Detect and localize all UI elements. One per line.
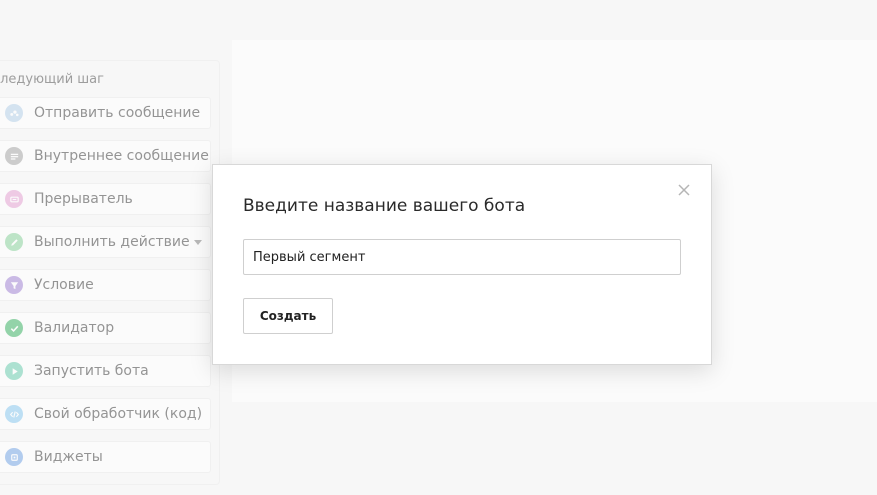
internal-message-icon [5, 147, 23, 165]
step-item-perform-action[interactable]: Выполнить действие [0, 226, 211, 258]
play-bot-icon [5, 362, 23, 380]
checkmark-validator-icon [5, 319, 23, 337]
panel-title: Следующий шаг [0, 72, 104, 87]
message-bubble-icon [5, 104, 23, 122]
step-item-custom-handler[interactable]: Свой обработчик (код) [0, 398, 211, 430]
interrupter-icon [5, 190, 23, 208]
filter-condition-icon [5, 276, 23, 294]
chevron-down-icon[interactable] [194, 240, 202, 245]
close-icon[interactable] [677, 183, 691, 197]
step-item-interrupter[interactable]: Прерыватель [0, 183, 211, 215]
pencil-action-icon [5, 233, 23, 251]
widget-icon [5, 448, 23, 466]
step-item-label: Валидатор [34, 320, 115, 336]
step-item-label: Виджеты [34, 449, 103, 465]
step-item-label: Прерыватель [34, 191, 133, 207]
step-item-label: Свой обработчик (код) [34, 406, 203, 422]
step-item-widgets[interactable]: Виджеты [0, 441, 211, 473]
modal-title: Введите название вашего бота [243, 196, 526, 216]
bot-name-input[interactable] [243, 239, 681, 275]
step-item-label: Внутреннее сообщение [34, 148, 209, 164]
next-step-panel: Следующий шаг Отправить сообщение Внутре… [0, 60, 220, 485]
code-handler-icon [5, 405, 23, 423]
step-item-send-message[interactable]: Отправить сообщение [0, 97, 211, 129]
create-button[interactable]: Создать [243, 298, 333, 334]
step-item-validator[interactable]: Валидатор [0, 312, 211, 344]
step-item-label: Отправить сообщение [34, 105, 201, 121]
create-bot-modal: Введите название вашего бота Создать [212, 164, 712, 365]
step-item-label: Выполнить действие [34, 234, 190, 250]
step-item-internal-message[interactable]: Внутреннее сообщение [0, 140, 211, 172]
step-item-run-bot[interactable]: Запустить бота [0, 355, 211, 387]
step-item-label: Условие [34, 277, 94, 293]
step-item-condition[interactable]: Условие [0, 269, 211, 301]
step-item-label: Запустить бота [34, 363, 149, 379]
